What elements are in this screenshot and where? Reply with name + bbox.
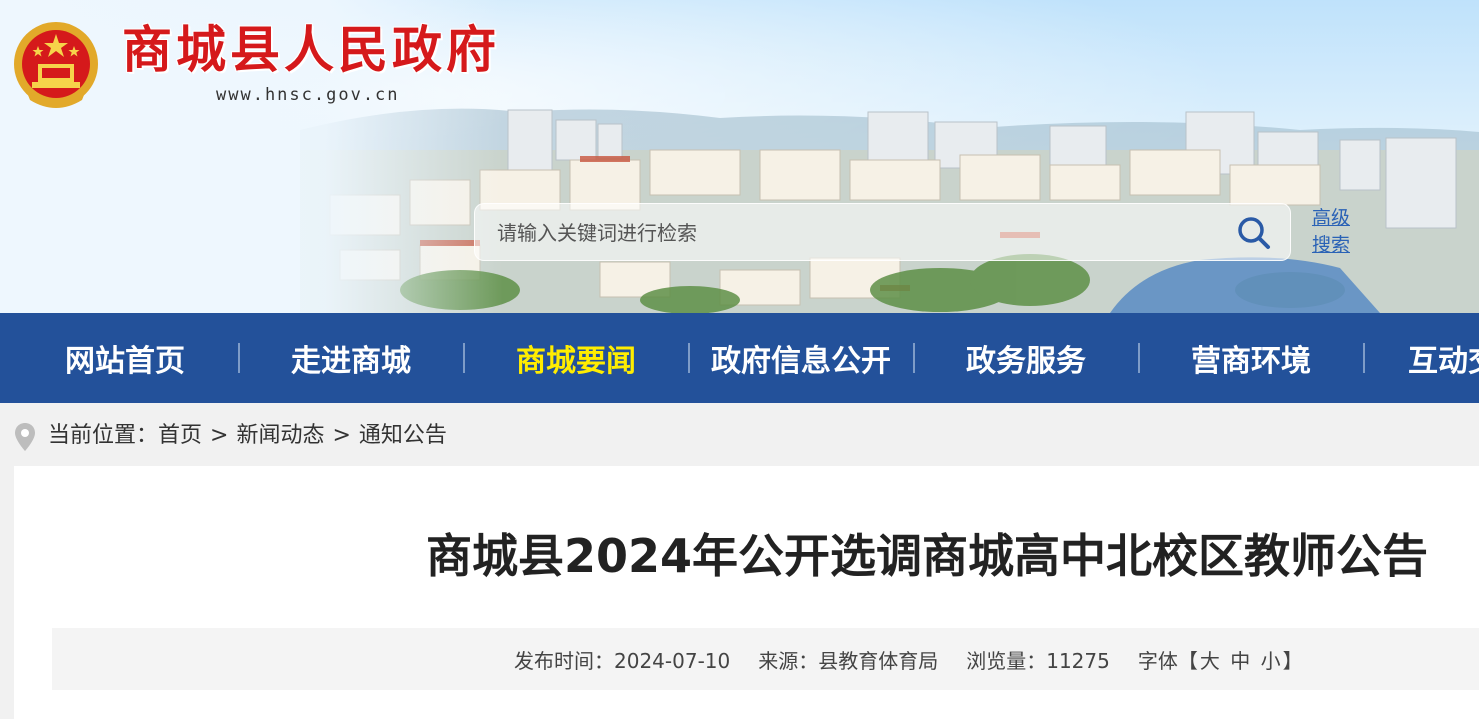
- advanced-search-link[interactable]: 高级搜索: [1308, 205, 1354, 259]
- article-title: 商城县2024年公开选调商城高中北校区教师公告: [425, 529, 1429, 583]
- breadcrumb-item-news[interactable]: 新闻动态: [236, 421, 324, 451]
- breadcrumb-item-notices[interactable]: 通知公告: [359, 421, 447, 451]
- breadcrumb: 当前位置：首页 > 新闻动态 > 通知公告: [0, 403, 1479, 466]
- publish-label: 发布时间：: [514, 648, 614, 673]
- views-value: 11275: [1046, 648, 1110, 673]
- source-value: 县教育体育局: [818, 648, 939, 673]
- view-count: 浏览量：11275: [966, 645, 1110, 674]
- nav-item-about[interactable]: 走进商城: [238, 313, 464, 403]
- article-meta: 发布时间：2024-07-10 来源：县教育体育局 浏览量：11275 字体【大…: [514, 628, 1303, 690]
- font-size-medium-button[interactable]: 中: [1230, 649, 1250, 673]
- article-panel: 商城县2024年公开选调商城高中北校区教师公告 发布时间：2024-07-10 …: [14, 466, 1479, 719]
- location-pin-icon: [15, 423, 35, 451]
- publish-date: 发布时间：2024-07-10: [514, 645, 730, 674]
- search-input[interactable]: [495, 204, 1215, 262]
- publish-value: 2024-07-10: [614, 648, 731, 673]
- nav-item-home[interactable]: 网站首页: [12, 313, 238, 403]
- font-size-large-button[interactable]: 大: [1200, 649, 1220, 673]
- breadcrumb-text: 当前位置：首页 > 新闻动态 > 通知公告: [48, 421, 447, 451]
- national-emblem-icon: [14, 22, 98, 108]
- search-icon[interactable]: [1237, 216, 1271, 250]
- font-size-close: 】: [1282, 648, 1303, 673]
- header-banner: 商城县人民政府 www.hnsc.gov.cn 高级搜索: [0, 0, 1479, 313]
- breadcrumb-prefix: 当前位置：: [48, 423, 159, 448]
- nav-item-business[interactable]: 营商环境: [1138, 313, 1364, 403]
- site-title: 商城县人民政府: [122, 20, 500, 79]
- breadcrumb-item-home[interactable]: 首页: [158, 421, 202, 451]
- font-size-label: 字体【: [1137, 648, 1198, 673]
- nav-item-services[interactable]: 政务服务: [913, 313, 1139, 403]
- breadcrumb-separator: >: [210, 423, 229, 448]
- main-nav: 网站首页 走进商城 商城要闻 政府信息公开 政务服务 营商环境 互动交流: [0, 313, 1479, 403]
- nav-item-interaction[interactable]: 互动交流: [1363, 313, 1479, 403]
- breadcrumb-separator: >: [332, 423, 351, 448]
- nav-item-news[interactable]: 商城要闻: [463, 313, 689, 403]
- site-url: www.hnsc.gov.cn: [216, 85, 400, 105]
- font-size-control: 字体【大 中 小】: [1138, 645, 1303, 674]
- article-meta-bar: 发布时间：2024-07-10 来源：县教育体育局 浏览量：11275 字体【大…: [52, 628, 1479, 690]
- views-label: 浏览量：: [966, 648, 1047, 673]
- source-label: 来源：: [758, 648, 819, 673]
- search-box: [474, 203, 1291, 262]
- nav-item-gov-info[interactable]: 政府信息公开: [688, 313, 914, 403]
- font-size-small-button[interactable]: 小: [1261, 649, 1281, 673]
- article-source: 来源：县教育体育局: [758, 645, 938, 674]
